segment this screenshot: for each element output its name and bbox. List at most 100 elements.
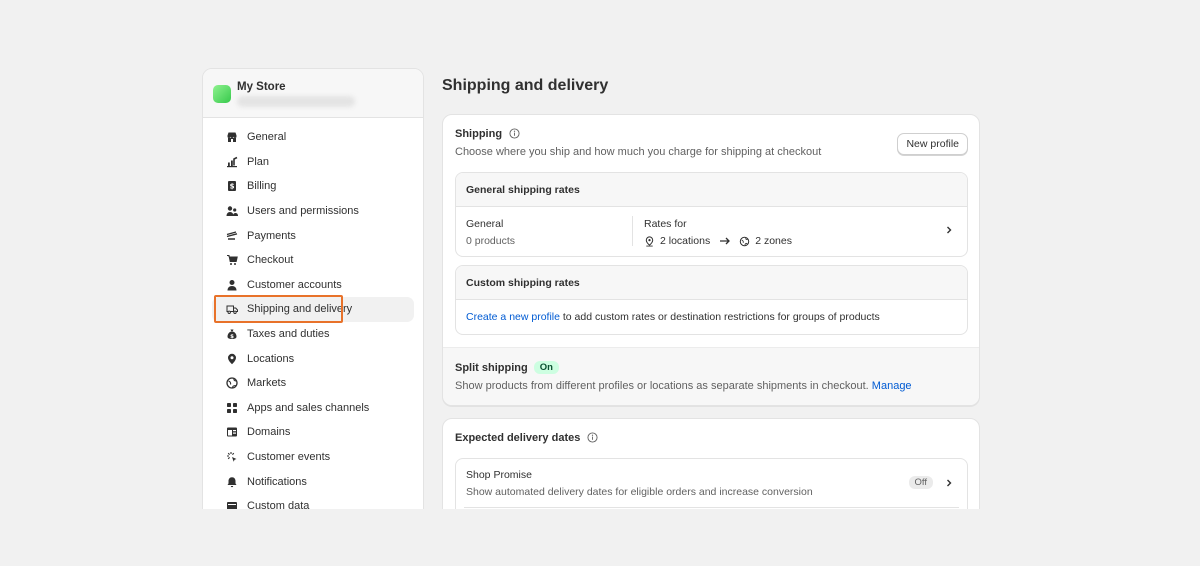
sidebar-item-label: Checkout	[247, 254, 294, 267]
row-divider	[464, 507, 959, 508]
general-rates-header-text: General shipping rates	[466, 184, 580, 196]
sidebar-item-label: Customer events	[247, 451, 331, 464]
status-badge-on: On	[533, 361, 559, 374]
store-logo	[213, 85, 231, 103]
status-badge-off: Off	[908, 476, 933, 489]
profile-info: General 0 products	[466, 218, 515, 247]
sidebar-item-customer-events[interactable]: Customer events	[212, 445, 414, 470]
sidebar-item-label: Shipping and delivery	[247, 303, 353, 316]
shop-promise-description: Show automated delivery dates for eligib…	[466, 486, 813, 498]
svg-text:$: $	[230, 334, 234, 340]
sidebar-item-label: Apps and sales channels	[247, 401, 370, 414]
chart-icon	[226, 156, 238, 168]
sidebar-item-general[interactable]: General	[212, 125, 414, 150]
location-icon	[226, 353, 238, 365]
rates-info: Rates for 2 locations 2 zones	[644, 218, 792, 247]
rates-summary: 2 locations 2 zones	[644, 235, 792, 247]
truck-icon	[226, 303, 238, 315]
sidebar-item-billing[interactable]: $ Billing	[212, 174, 414, 199]
sidebar-item-shipping-and-delivery[interactable]: Shipping and delivery	[212, 295, 414, 324]
create-profile-link[interactable]: Create a new profile	[466, 311, 560, 323]
store-header[interactable]: My Store	[203, 69, 423, 118]
sidebar-item-label: Customer accounts	[247, 278, 342, 291]
custom-rates-header-text: Custom shipping rates	[466, 277, 580, 289]
svg-text:$: $	[230, 183, 235, 191]
manage-link[interactable]: Manage	[872, 380, 912, 392]
delivery-title: Expected delivery dates	[455, 432, 598, 444]
split-description-text: Show products from different profiles or…	[455, 380, 869, 392]
rates-for-label: Rates for	[644, 218, 687, 230]
settings-sidebar: My Store General Plan $ Billing Users and pe…	[202, 68, 424, 509]
page-title: Shipping and delivery	[442, 77, 609, 94]
sidebar-item-label: Locations	[247, 352, 295, 365]
sidebar-item-checkout[interactable]: Checkout	[212, 248, 414, 273]
shop-promise-title: Shop Promise	[466, 469, 532, 481]
sidebar-item-custom-data[interactable]: Custom data	[212, 494, 414, 509]
sidebar-item-apps-and-sales-channels[interactable]: Apps and sales channels	[212, 396, 414, 421]
globe-icon	[226, 377, 238, 389]
sidebar-item-plan[interactable]: Plan	[212, 150, 414, 175]
delivery-dates-card: Expected delivery dates Shop Promise Sho…	[442, 418, 980, 509]
locations-count: 2 locations	[660, 235, 711, 247]
sidebar-item-label: Payments	[247, 229, 296, 242]
tax-icon: $	[226, 328, 238, 340]
info-icon[interactable]	[509, 128, 520, 139]
shipping-title-text: Shipping	[455, 128, 503, 140]
arrow-right-icon	[720, 237, 731, 245]
sidebar-item-label: Users and permissions	[247, 205, 359, 218]
payment-icon	[226, 230, 238, 242]
shop-promise-row[interactable]: Shop Promise Show automated delivery dat…	[456, 459, 967, 505]
location-pin-icon	[645, 235, 654, 247]
custom-rates-panel: Custom shipping rates Create a new profi…	[455, 265, 968, 335]
info-icon[interactable]	[587, 432, 598, 443]
sidebar-item-taxes-and-duties[interactable]: $ Taxes and duties	[212, 322, 414, 347]
receipt-icon: $	[226, 180, 238, 192]
sidebar-item-locations[interactable]: Locations	[212, 346, 414, 371]
cart-icon	[226, 254, 238, 266]
chevron-right-icon[interactable]	[944, 478, 954, 488]
domain-icon	[226, 426, 238, 438]
chevron-right-icon[interactable]	[944, 225, 954, 235]
general-rates-panel: General shipping rates General 0 product…	[455, 172, 968, 257]
sidebar-item-label: Domains	[247, 426, 291, 439]
sidebar-item-label: Custom data	[247, 500, 310, 509]
cursor-icon	[226, 451, 238, 463]
split-shipping-description: Show products from different profiles or…	[455, 380, 912, 392]
sidebar-item-domains[interactable]: Domains	[212, 420, 414, 445]
split-shipping-title: Split shipping On	[455, 361, 559, 374]
sidebar-item-label: Notifications	[247, 475, 307, 488]
app-frame: My Store General Plan $ Billing Users and pe…	[185, 57, 1015, 509]
sidebar-item-payments[interactable]: Payments	[212, 223, 414, 248]
person-icon	[226, 279, 238, 291]
shipping-description: Choose where you ship and how much you c…	[455, 146, 822, 158]
sidebar-item-label: General	[247, 131, 287, 144]
store-icon	[226, 131, 238, 143]
delivery-title-text: Expected delivery dates	[455, 432, 581, 444]
zones-count: 2 zones	[755, 235, 792, 247]
globe-zone-icon	[739, 236, 750, 246]
settings-nav: General Plan $ Billing Users and permissions…	[203, 118, 423, 509]
profile-name: General	[466, 218, 504, 230]
bell-icon	[226, 476, 238, 488]
sidebar-item-label: Plan	[247, 155, 270, 168]
store-url-blurred	[237, 96, 355, 107]
split-shipping-section: Split shipping On Show products from diff…	[443, 347, 979, 405]
sidebar-item-label: Markets	[247, 377, 287, 390]
shop-promise-info: Shop Promise Show automated delivery dat…	[466, 469, 813, 498]
sidebar-item-users-and-permissions[interactable]: Users and permissions	[212, 199, 414, 224]
sidebar-item-markets[interactable]: Markets	[212, 371, 414, 396]
new-profile-button[interactable]: New profile	[897, 133, 968, 155]
sidebar-item-customer-accounts[interactable]: Customer accounts	[212, 273, 414, 298]
sidebar-item-label: Taxes and duties	[247, 328, 330, 341]
general-rates-header: General shipping rates	[456, 173, 967, 207]
shipping-card: Shipping Choose where you ship and how m…	[442, 114, 980, 406]
column-divider	[632, 216, 633, 246]
sidebar-item-notifications[interactable]: Notifications	[212, 469, 414, 494]
custom-rates-row: Create a new profile to add custom rates…	[456, 300, 967, 334]
custom-rates-rest: to add custom rates or destination restr…	[559, 311, 880, 323]
shop-promise-panel: Shop Promise Show automated delivery dat…	[455, 458, 968, 509]
custom-rates-header: Custom shipping rates	[456, 266, 967, 300]
store-name: My Store	[237, 81, 286, 93]
general-profile-row[interactable]: General 0 products Rates for 2 locations…	[456, 207, 967, 256]
sidebar-item-label: Billing	[247, 180, 277, 193]
